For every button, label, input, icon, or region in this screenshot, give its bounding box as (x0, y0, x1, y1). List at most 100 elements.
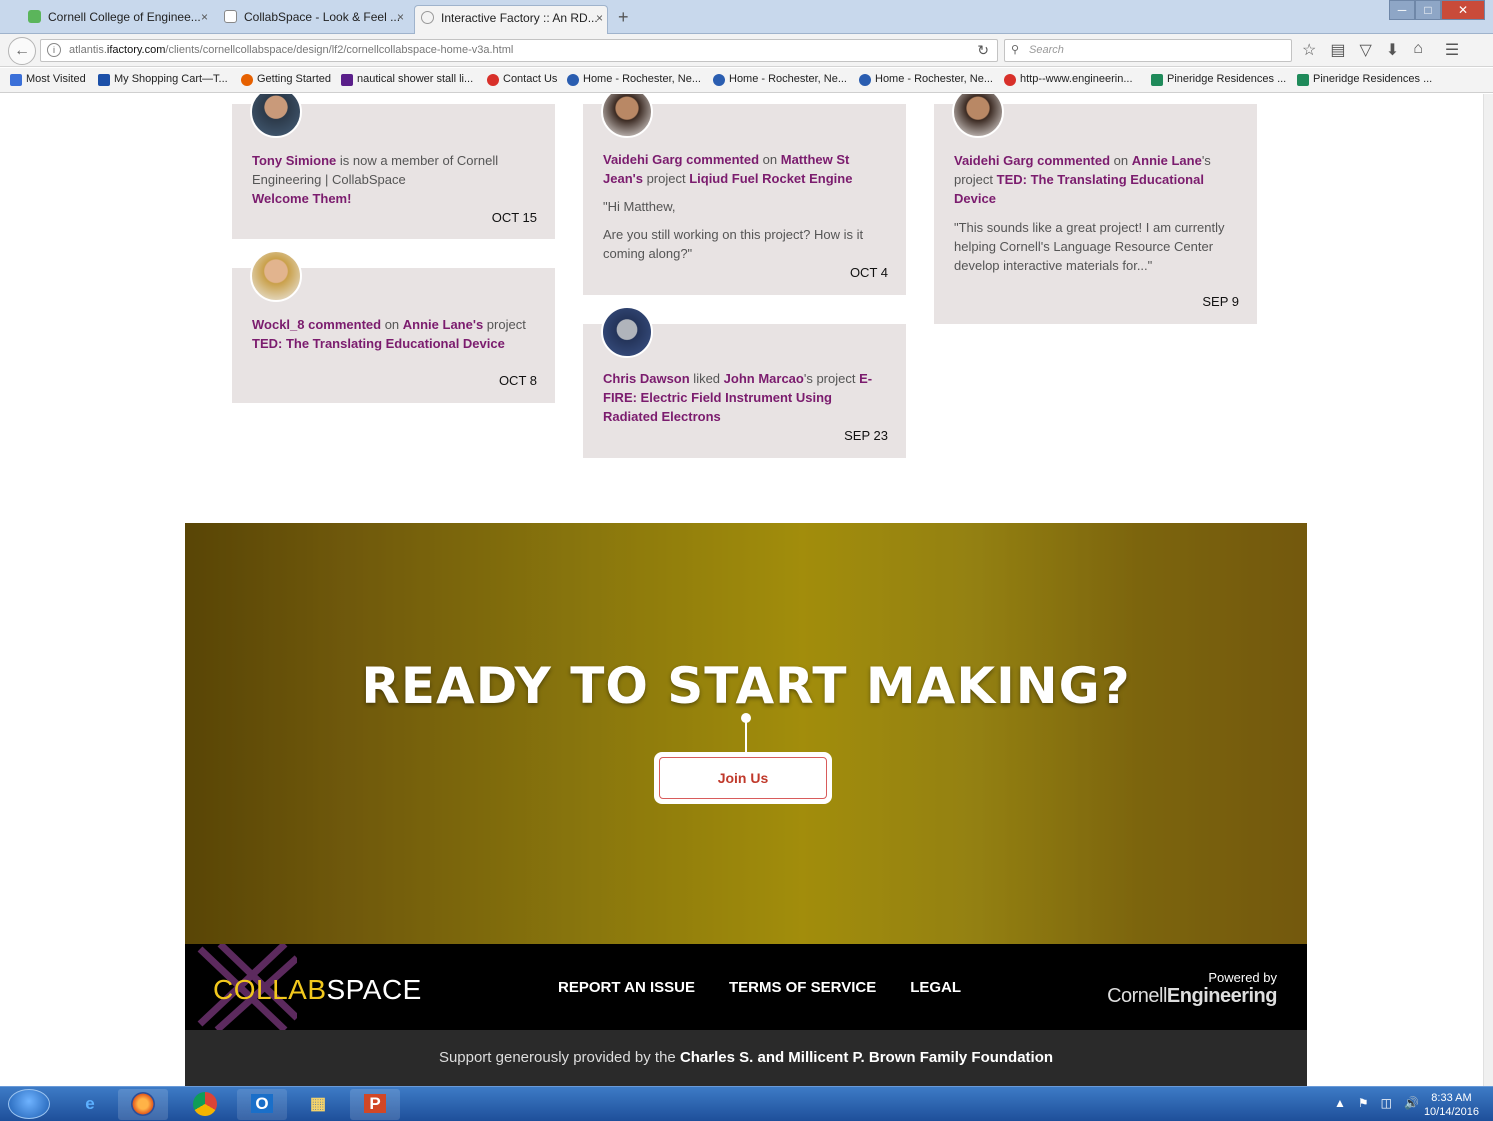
actor-link[interactable]: Chris Dawson (603, 371, 690, 386)
bookmark-icon (341, 74, 353, 86)
volume-icon[interactable]: 🔊 (1404, 1096, 1419, 1110)
bookmark-item[interactable]: Home - Rochester, Ne... (567, 73, 701, 86)
bookmark-icon (1297, 74, 1309, 86)
collabspace-logo[interactable]: COLLABSPACE (213, 974, 422, 1006)
bookmark-item[interactable]: Most Visited (10, 73, 86, 86)
bookmark-icon (10, 74, 22, 86)
activity-card: Vaidehi Garg commented on Matthew St Jea… (583, 94, 906, 295)
star-icon[interactable]: ☆ (1302, 40, 1316, 60)
actor-link[interactable]: Tony Simione (252, 153, 336, 168)
cta-banner: READY TO START MAKING? Join Us (185, 523, 1307, 944)
reload-icon[interactable]: ↻ (977, 40, 989, 61)
comment-quote: "This sounds like a great project! I am … (954, 220, 1225, 273)
menu-icon[interactable]: ☰ (1445, 40, 1459, 60)
bookmark-icon (1004, 74, 1016, 86)
bookmark-item[interactable]: nautical shower stall li... (341, 73, 473, 86)
comment-quote: Are you still working on this project? H… (603, 227, 864, 261)
bookmark-icon (567, 74, 579, 86)
report-issue-link[interactable]: REPORT AN ISSUE (558, 979, 695, 996)
bookmark-icon (713, 74, 725, 86)
url-domain: ifactory.com (106, 44, 166, 56)
home-icon[interactable]: ⌂ (1413, 40, 1423, 60)
bookmarks-bar: Most Visited My Shopping Cart—T... Getti… (0, 68, 1493, 93)
bookmark-icon (98, 74, 110, 86)
activity-card: Tony Simione is now a member of Cornell … (232, 94, 555, 239)
system-tray: ▲ ⚑ ◫ 🔊 (1334, 1096, 1419, 1110)
bookmark-icon (1151, 74, 1163, 86)
project-link[interactable]: TED: The Translating Educational Device (252, 336, 505, 351)
bookmark-icon (487, 74, 499, 86)
card-date: SEP 9 (1202, 294, 1239, 309)
back-arrow-icon[interactable]: ← (8, 37, 36, 65)
activity-card: Chris Dawson liked John Marcao's project… (583, 306, 906, 458)
activity-card: Vaidehi Garg commented on Annie Lane's p… (934, 94, 1257, 324)
windows-taskbar: e O ▦ P ▲ ⚑ ◫ 🔊 8:33 AM 10/14/2016 (0, 1086, 1493, 1121)
clock[interactable]: 8:33 AM 10/14/2016 (1424, 1091, 1479, 1119)
flag-icon[interactable]: ⚑ (1358, 1096, 1369, 1110)
tab-label: Interactive Factory :: An RD... (441, 11, 598, 25)
windows-start-icon[interactable] (8, 1089, 50, 1119)
tab-label: CollabSpace - Look & Feel ... (244, 10, 401, 24)
bookmark-item[interactable]: Pineridge Residences ... (1297, 73, 1432, 86)
project-link[interactable]: Liqiud Fuel Rocket Engine (689, 171, 852, 186)
info-icon[interactable]: i (47, 43, 61, 57)
cloud-icon (28, 10, 41, 23)
bookmark-item[interactable]: Getting Started (241, 73, 331, 86)
download-icon[interactable]: ⬇ (1386, 40, 1399, 60)
search-input[interactable]: ⚲ Search (1004, 39, 1292, 62)
actor-link[interactable]: Vaidehi Garg commented (603, 152, 759, 167)
owner-link[interactable]: John Marcao (724, 371, 804, 386)
bookmark-item[interactable]: Contact Us (487, 73, 557, 86)
new-tab-button[interactable]: + (618, 7, 629, 28)
site-footer: COLLABSPACE REPORT AN ISSUE TERMS OF SER… (185, 944, 1307, 1030)
show-hidden-icon[interactable]: ▲ (1334, 1096, 1346, 1110)
bookmark-item[interactable]: Pineridge Residences ... (1151, 73, 1286, 86)
chrome-icon[interactable] (180, 1089, 230, 1120)
tab-cornell-college[interactable]: Cornell College of Enginee... × (22, 5, 212, 34)
bookmark-item[interactable]: Home - Rochester, Ne... (859, 73, 993, 86)
tab-collabspace[interactable]: CollabSpace - Look & Feel ... × (218, 5, 408, 34)
join-us-button[interactable]: Join Us (659, 757, 827, 799)
minimize-icon[interactable]: ─ (1389, 0, 1415, 20)
powerpoint-icon[interactable]: P (350, 1089, 400, 1120)
avatar (250, 250, 302, 302)
owner-link[interactable]: Annie Lane (1132, 153, 1202, 168)
card-date: OCT 4 (849, 265, 888, 280)
browser-nav-bar: ← i atlantis.ifactory.com/clients/cornel… (0, 34, 1493, 67)
maximize-icon[interactable]: □ (1415, 0, 1441, 20)
outlook-icon[interactable]: O (237, 1089, 287, 1120)
vertical-scrollbar[interactable] (1483, 94, 1493, 1086)
tab-interactive-factory[interactable]: Interactive Factory :: An RD... × (414, 5, 608, 34)
support-bar: Support generously provided by the Charl… (185, 1030, 1307, 1086)
card-date: OCT 8 (498, 373, 537, 388)
close-icon[interactable]: × (397, 5, 404, 29)
pocket-icon[interactable]: ▽ (1359, 40, 1371, 60)
terms-of-service-link[interactable]: TERMS OF SERVICE (729, 979, 876, 996)
url-bar[interactable]: i atlantis.ifactory.com/clients/cornellc… (40, 39, 998, 62)
comment-quote: "Hi Matthew, (603, 199, 676, 214)
close-icon[interactable]: × (596, 6, 603, 30)
search-placeholder: Search (1029, 44, 1064, 56)
actor-link[interactable]: Vaidehi Garg commented (954, 153, 1110, 168)
file-explorer-icon[interactable]: ▦ (293, 1089, 343, 1120)
loading-icon (421, 11, 434, 24)
welcome-link[interactable]: Welcome Them! (252, 191, 351, 206)
close-window-icon[interactable]: ✕ (1441, 0, 1485, 20)
bookmark-item[interactable]: My Shopping Cart—T... (98, 73, 228, 86)
bookmark-item[interactable]: Home - Rochester, Ne... (713, 73, 847, 86)
firefox-icon[interactable] (118, 1089, 168, 1120)
reading-list-icon[interactable]: ▤ (1330, 40, 1345, 60)
bookmark-item[interactable]: http--www.engineerin... (1004, 73, 1133, 86)
actor-link[interactable]: Wockl_8 commented (252, 317, 381, 332)
owner-link[interactable]: Annie Lane's (403, 317, 483, 332)
activity-card: Wockl_8 commented on Annie Lane's projec… (232, 250, 555, 403)
tab-label: Cornell College of Enginee... (48, 10, 201, 24)
search-icon: ⚲ (1011, 44, 1020, 56)
network-icon[interactable]: ◫ (1381, 1096, 1392, 1110)
cornell-engineering-logo[interactable]: CornellEngineering (1107, 985, 1277, 1008)
legal-link[interactable]: LEGAL (910, 979, 961, 996)
close-icon[interactable]: × (201, 5, 208, 29)
browser-tab-bar: Cornell College of Enginee... × CollabSp… (0, 0, 1493, 34)
internet-explorer-icon[interactable]: e (65, 1089, 115, 1120)
bookmark-icon (241, 74, 253, 86)
